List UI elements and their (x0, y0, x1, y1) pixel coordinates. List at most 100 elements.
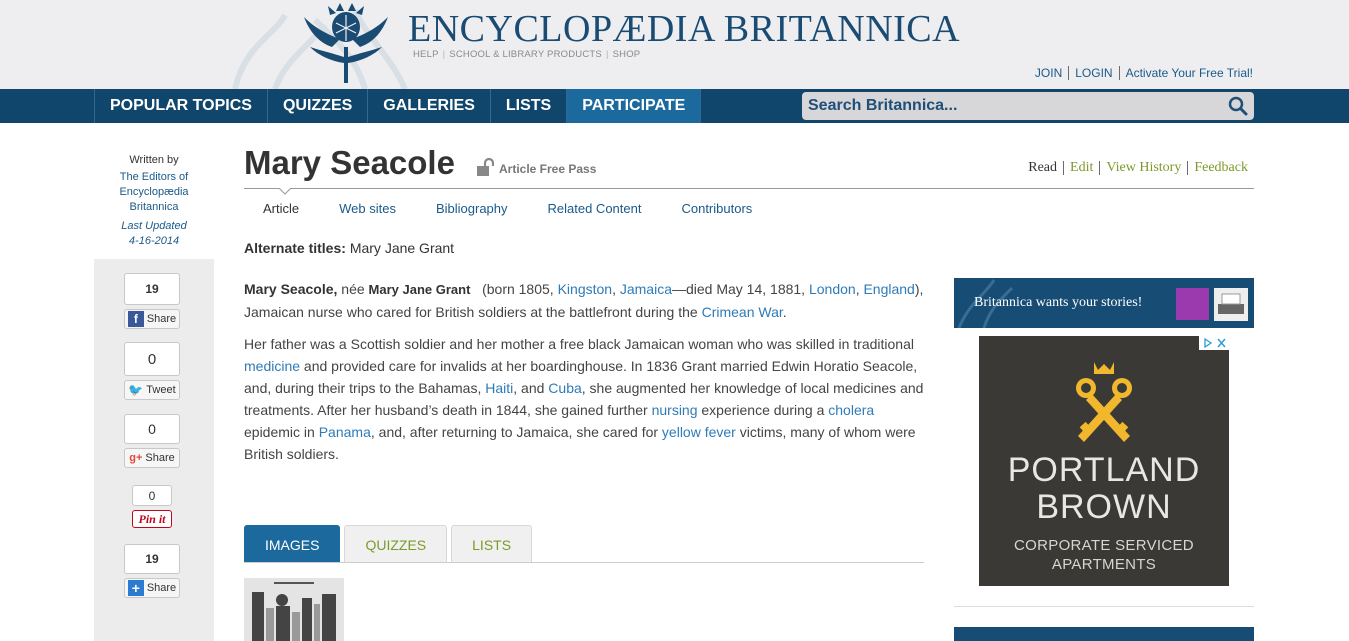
last-updated-date: 4-16-2014 (128, 235, 180, 247)
paragraph-text: , and (513, 380, 545, 396)
facebook-share: 19 f Share (124, 273, 180, 329)
twitter-bird-icon: 🐦 (128, 383, 144, 397)
pinterest-count: 0 (132, 485, 172, 506)
promo-color-swatch (1176, 288, 1209, 320)
cuba-link[interactable]: Cuba (548, 380, 581, 396)
tabs-divider (244, 562, 924, 563)
subject-name: Mary Seacole, (244, 281, 338, 297)
facebook-share-label: Share (146, 313, 177, 325)
view-history-link[interactable]: View History (1099, 161, 1187, 175)
ad-title-line-2: BROWN (1036, 488, 1172, 526)
nav-lists[interactable]: LISTS (491, 89, 568, 123)
medicine-link[interactable]: medicine (244, 358, 300, 374)
article-subtabs: Article Web sites Bibliography Related C… (263, 201, 792, 216)
google-plus-share-button[interactable]: g+ Share (124, 448, 180, 468)
pinterest-share: 0 Pin it (124, 485, 180, 528)
alternate-titles-label: Alternate titles: (244, 240, 346, 256)
tab-quizzes[interactable]: QUIZZES (344, 525, 448, 563)
tab-lists[interactable]: LISTS (451, 525, 533, 563)
paragraph-text: epidemic in (244, 424, 315, 440)
share-panel: 19 f Share 0 🐦 Tweet 0 g+ Share 0 Pin it (94, 259, 214, 641)
tab-related-content[interactable]: Related Content (548, 201, 642, 216)
advertisement-portland-brown[interactable]: PORTLAND BROWN CORPORATE SERVICED APARTM… (979, 336, 1229, 586)
period-text: . (782, 304, 787, 320)
ad-subtitle-line-1: CORPORATE SERVICED (1014, 537, 1194, 554)
account-links: JOIN LOGIN Activate Your Free Trial! (1029, 66, 1253, 80)
haiti-link[interactable]: Haiti (485, 380, 513, 396)
engraving-thumbnail[interactable] (244, 578, 344, 641)
tab-bibliography[interactable]: Bibliography (436, 201, 508, 216)
main-nav: POPULAR TOPICS QUIZZES GALLERIES LISTS P… (0, 89, 1349, 123)
login-link[interactable]: LOGIN (1068, 66, 1118, 80)
search-input[interactable] (802, 92, 1222, 120)
left-column: Written by The Editors of Encyclopædia B… (94, 123, 214, 641)
feedback-link[interactable]: Feedback (1187, 161, 1248, 175)
typewriter-icon (1214, 288, 1248, 321)
article-actions: Read Edit View History Feedback (1022, 161, 1248, 175)
britannica-thistle-logo-icon[interactable] (300, 3, 392, 83)
shop-link[interactable]: SHOP (609, 49, 645, 60)
born-text: (born 1805, (482, 281, 554, 297)
paragraph-text: , and, after returning to Jamaica, she c… (370, 424, 659, 440)
free-pass-label: Article Free Pass (499, 162, 597, 176)
free-trial-link[interactable]: Activate Your Free Trial! (1118, 66, 1253, 80)
nursing-link[interactable]: nursing (652, 402, 698, 418)
nav-popular-topics[interactable]: POPULAR TOPICS (95, 89, 268, 123)
nav-participate[interactable]: PARTICIPATE (567, 89, 702, 123)
secondary-promo-banner[interactable] (954, 627, 1254, 641)
tab-images[interactable]: IMAGES (244, 525, 341, 563)
london-link[interactable]: London (809, 281, 856, 297)
comma-text: , (612, 281, 616, 297)
nav-items: POPULAR TOPICS QUIZZES GALLERIES LISTS P… (94, 89, 702, 123)
active-tab-caret-icon (279, 188, 291, 195)
nav-galleries[interactable]: GALLERIES (368, 89, 491, 123)
yellow-fever-link[interactable]: yellow fever (662, 424, 736, 440)
written-by-label: Written by (129, 154, 179, 166)
ad-subtitle-line-2: APARTMENTS (1051, 556, 1157, 573)
author-link[interactable]: The Editors of Encyclopædia Britannica (94, 170, 214, 215)
title-divider (244, 188, 1254, 189)
kingston-link[interactable]: Kingston (558, 281, 612, 297)
pin-it-button[interactable]: Pin it (132, 510, 172, 528)
tweet-button[interactable]: 🐦 Tweet (124, 380, 180, 400)
birth-name: Mary Jane Grant (368, 282, 471, 297)
article-paragraph-2: Her father was a Scottish soldier and he… (244, 333, 924, 465)
tab-contributors[interactable]: Contributors (681, 201, 752, 216)
school-library-link[interactable]: SCHOOL & LIBRARY PRODUCTS (445, 49, 606, 60)
help-link[interactable]: HELP (409, 49, 443, 60)
facebook-share-button[interactable]: f Share (124, 309, 180, 329)
jamaica-link[interactable]: Jamaica (620, 281, 672, 297)
stories-promo-banner[interactable]: Britannica wants your stories! (954, 278, 1254, 328)
panama-link[interactable]: Panama (319, 424, 371, 440)
article-paragraph-1: Mary Seacole, née Mary Jane Grant (born … (244, 278, 924, 323)
last-updated-label: Last Updated (121, 220, 187, 232)
search-icon[interactable] (1228, 96, 1248, 116)
google-plus-icon: g+ (129, 452, 143, 464)
read-link[interactable]: Read (1022, 161, 1063, 175)
nav-quizzes[interactable]: QUIZZES (268, 89, 369, 123)
ad-subtitle: CORPORATE SERVICED APARTMENTS (979, 536, 1229, 574)
edit-link[interactable]: Edit (1063, 161, 1099, 175)
search-box (802, 92, 1254, 120)
join-link[interactable]: JOIN (1029, 66, 1068, 80)
facebook-icon: f (127, 311, 144, 327)
comma-text: , (855, 281, 860, 297)
crimean-war-link[interactable]: Crimean War (702, 304, 783, 320)
addthis-share-label: Share (146, 582, 177, 594)
unlock-icon (477, 158, 494, 176)
alternate-titles: Alternate titles: Mary Jane Grant (244, 240, 454, 256)
england-link[interactable]: England (863, 281, 914, 297)
nee-text: née (341, 281, 365, 297)
addthis-share: 19 + Share (124, 544, 180, 598)
ad-choices-icon[interactable] (1199, 336, 1229, 350)
tab-web-sites[interactable]: Web sites (339, 201, 396, 216)
site-header: ENCYCLOPÆDIA BRITANNICA HELP | SCHOOL & LI… (0, 0, 1349, 89)
brand-title[interactable]: ENCYCLOPÆDIA BRITANNICA (408, 10, 960, 48)
google-share: 0 g+ Share (124, 414, 180, 468)
cholera-link[interactable]: cholera (828, 402, 874, 418)
article-title: Mary Seacole (244, 144, 455, 181)
paragraph-text: experience during a (701, 402, 825, 418)
crossed-keys-logo-icon (1076, 362, 1132, 442)
addthis-share-button[interactable]: + Share (124, 578, 180, 598)
tab-article[interactable]: Article (263, 201, 299, 216)
